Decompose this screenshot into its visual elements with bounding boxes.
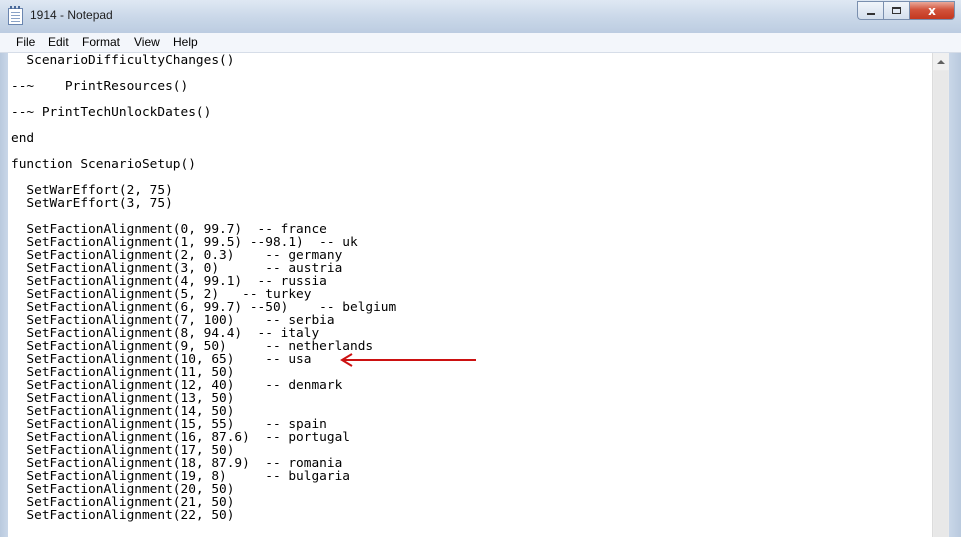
minimize-button[interactable] (857, 1, 883, 20)
code-text[interactable]: ScenarioDifficultyChanges() --~ PrintRes… (11, 54, 396, 522)
code-line[interactable]: --~ PrintTechUnlockDates() (11, 105, 211, 120)
window-controls: x (857, 1, 955, 21)
menu-bar: File Edit Format View Help (0, 33, 961, 53)
close-button[interactable]: x (909, 1, 955, 20)
title-bar[interactable]: 1914 - Notepad x (0, 0, 961, 34)
menu-help[interactable]: Help (172, 35, 199, 49)
code-line[interactable]: SetFactionAlignment(22, 50) (11, 508, 234, 523)
menu-file[interactable]: File (15, 35, 36, 49)
vertical-scrollbar[interactable] (932, 53, 949, 537)
menu-format[interactable]: Format (81, 35, 121, 49)
code-line[interactable]: ScenarioDifficultyChanges() (11, 53, 234, 68)
text-editor[interactable]: ScenarioDifficultyChanges() --~ PrintRes… (8, 53, 931, 537)
menu-edit[interactable]: Edit (47, 35, 70, 49)
code-line[interactable]: SetWarEffort(3, 75) (11, 196, 172, 211)
code-line[interactable]: --~ PrintResources() (11, 79, 188, 94)
window-title: 1914 - Notepad (30, 8, 113, 22)
maximize-icon (892, 7, 901, 14)
notepad-icon[interactable] (8, 6, 23, 25)
menu-view[interactable]: View (133, 35, 161, 49)
close-icon: x (928, 3, 936, 18)
scroll-thumb[interactable] (934, 71, 948, 537)
scroll-up-button[interactable] (933, 53, 949, 70)
window-frame-right (949, 33, 961, 537)
code-line[interactable]: function ScenarioSetup() (11, 157, 196, 172)
minimize-icon (866, 12, 875, 15)
window-frame-left (0, 33, 8, 537)
red-arrow-icon (340, 353, 476, 367)
code-line[interactable]: end (11, 131, 34, 146)
chevron-up-icon (937, 59, 945, 64)
maximize-button[interactable] (883, 1, 909, 20)
